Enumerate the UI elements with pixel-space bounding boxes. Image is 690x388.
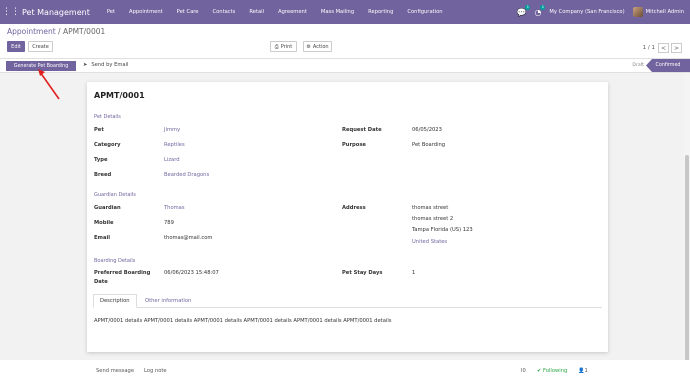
apps-menu-icon[interactable]: ⋮⋮ — [0, 0, 22, 24]
send-by-email-label: Send by Email — [91, 62, 129, 68]
user-name: Mitchell Admin — [645, 9, 684, 15]
email-label: Email — [94, 235, 111, 241]
request-date-label: Request Date — [342, 127, 382, 133]
tab-description[interactable]: Description — [93, 294, 137, 308]
annotation-arrow — [38, 69, 60, 100]
tab-other-information[interactable]: Other information — [139, 294, 197, 308]
mobile-field[interactable]: 789 — [164, 220, 174, 226]
form-sheet: APMT/0001 Pet Details Pet Jimmy Category… — [87, 82, 608, 352]
user-menu[interactable]: Mitchell Admin — [632, 7, 684, 17]
menu-item-retail[interactable]: Retail — [242, 9, 271, 15]
company-switcher[interactable]: My Company (San Francisco) — [549, 9, 624, 15]
menu-item-reporting[interactable]: Reporting — [361, 9, 400, 15]
guardian-field[interactable]: Thomas — [164, 205, 185, 211]
guardian-label: Guardian — [94, 205, 121, 211]
chatter: Send message Log note ⌇0 ✔ Following 👤1 — [0, 360, 690, 388]
pet-field[interactable]: Jimmy — [164, 127, 180, 133]
pet-stay-days-label: Pet Stay Days — [342, 270, 383, 276]
main-menu: Pet Appointment Pet Care Contacts Retail… — [100, 9, 450, 15]
pet-details-heading: Pet Details — [94, 114, 121, 120]
paper-plane-icon: ➤ — [83, 62, 88, 68]
type-field[interactable]: Lizard — [164, 157, 180, 163]
stage-confirmed[interactable]: Confirmed — [646, 59, 690, 72]
scrollbar-thumb[interactable] — [685, 155, 689, 365]
menu-item-contacts[interactable]: Contacts — [206, 9, 243, 15]
address-label: Address — [342, 205, 366, 211]
description-text[interactable]: APMT/0001 details APMT/0001 details APMT… — [94, 318, 391, 324]
guardian-details-heading: Guardian Details — [94, 192, 136, 198]
activities-icon[interactable]: ◔ 2 — [534, 4, 546, 17]
menu-item-mass-mailing[interactable]: Mass Mailing — [314, 9, 361, 15]
messages-badge: 1 — [525, 4, 531, 10]
menu-item-configuration[interactable]: Configuration — [400, 9, 449, 15]
pet-label: Pet — [94, 127, 104, 133]
purpose-field[interactable]: Pet Boarding — [412, 142, 445, 148]
followers-count: 1 — [584, 368, 588, 374]
notebook-tabs: Description Other information — [93, 294, 602, 308]
attachments-count: 0 — [522, 368, 526, 374]
category-label: Category — [94, 142, 121, 148]
following-button[interactable]: ✔ Following — [537, 368, 567, 374]
create-button[interactable]: Create — [28, 41, 53, 52]
address-country[interactable]: United States — [412, 239, 447, 245]
breadcrumb: Appointment / APMT/0001 — [7, 27, 105, 36]
menu-item-pet-care[interactable]: Pet Care — [170, 9, 206, 15]
request-date-field[interactable]: 06/05/2023 — [412, 127, 442, 133]
avatar — [632, 7, 643, 17]
send-message-button[interactable]: Send message — [96, 368, 134, 374]
email-field[interactable]: thomas@mail.com — [164, 235, 212, 241]
messages-icon[interactable]: 💬 1 — [516, 4, 531, 17]
pet-stay-days-field[interactable]: 1 — [412, 270, 415, 276]
activities-badge: 2 — [540, 4, 546, 10]
attachments-button[interactable]: ⌇0 — [520, 368, 526, 374]
mobile-label: Mobile — [94, 220, 114, 226]
stage-draft[interactable]: Draft — [632, 63, 644, 68]
app-name[interactable]: Pet Management — [22, 8, 90, 17]
preferred-boarding-date-label: Preferred Boarding Date — [94, 270, 150, 285]
boarding-details-heading: Boarding Details — [94, 258, 136, 264]
action-label: Action — [312, 43, 329, 50]
edit-button[interactable]: Edit — [7, 41, 25, 52]
send-by-email-button[interactable]: ➤ Send by Email — [83, 62, 128, 68]
log-note-button[interactable]: Log note — [144, 368, 167, 374]
category-field[interactable]: Reptiles — [164, 142, 185, 148]
print-label: Print — [280, 43, 293, 50]
top-navbar: ⋮⋮ Pet Management Pet Appointment Pet Ca… — [0, 0, 690, 24]
preferred-boarding-date-label-line1: Preferred Boarding — [94, 270, 151, 276]
status-bar: Generate Pet Boarding ➤ Send by Email Dr… — [0, 58, 690, 73]
breed-label: Breed — [94, 172, 112, 178]
preferred-boarding-date-label-line2: Date — [94, 279, 108, 285]
breadcrumb-separator: / — [55, 27, 63, 36]
navbar-systray: 💬 1 ◔ 2 My Company (San Francisco) Mitchel… — [516, 0, 684, 24]
print-button[interactable]: ⎙ Print — [270, 41, 297, 52]
menu-item-appointment[interactable]: Appointment — [122, 9, 170, 15]
address-street2[interactable]: thomas street 2 — [412, 216, 453, 222]
followers-button[interactable]: 👤1 — [578, 368, 588, 374]
gear-icon: ⚙ — [306, 43, 311, 50]
preferred-boarding-date-field[interactable]: 06/06/2023 15:48:07 — [164, 270, 219, 276]
purpose-label: Purpose — [342, 142, 366, 148]
pager-value[interactable]: 1 / 1 — [643, 45, 655, 51]
menu-item-agreement[interactable]: Agreement — [271, 9, 314, 15]
following-label: Following — [543, 368, 568, 374]
action-button[interactable]: ⚙ Action — [303, 41, 332, 52]
pager-previous-button[interactable]: < — [658, 43, 669, 53]
address-street[interactable]: thomas street — [412, 205, 448, 211]
breadcrumb-parent[interactable]: Appointment — [7, 27, 56, 36]
print-icon: ⎙ — [274, 43, 279, 50]
pager-next-button[interactable]: > — [671, 43, 682, 53]
menu-item-pet[interactable]: Pet — [100, 9, 122, 15]
address-city-state-zip[interactable]: Tampa Florida (US) 123 — [412, 227, 473, 233]
pager-arrows: < > — [658, 43, 682, 53]
scrollbar[interactable] — [684, 73, 690, 388]
breed-field[interactable]: Bearded Dragons — [164, 172, 209, 178]
type-label: Type — [94, 157, 108, 163]
record-title: APMT/0001 — [94, 91, 145, 100]
check-icon: ✔ — [537, 368, 542, 374]
breadcrumb-current: APMT/0001 — [62, 27, 106, 36]
